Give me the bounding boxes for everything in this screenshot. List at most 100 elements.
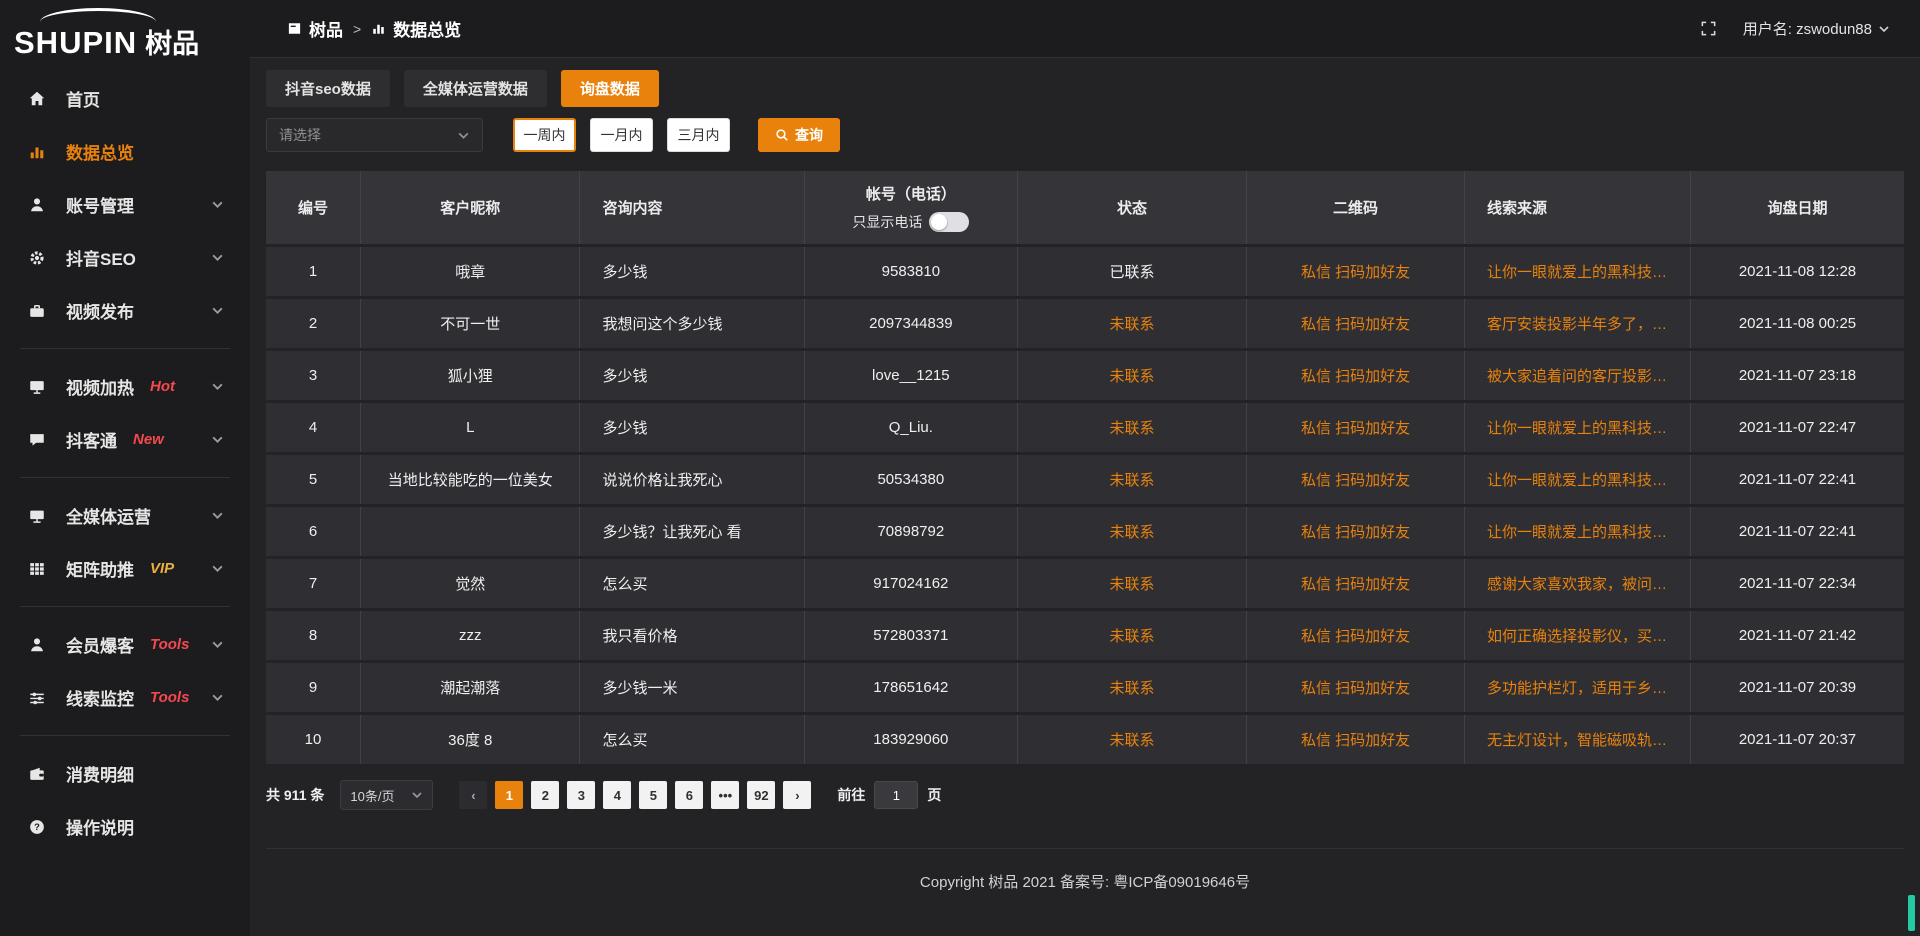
sliders-icon	[28, 689, 46, 707]
status-badge: 未联系	[1018, 715, 1247, 764]
qr-add-friend-link[interactable]: 私信 扫码加好友	[1247, 247, 1465, 296]
sidebar-item-douketong[interactable]: 抖客通 New	[0, 413, 250, 466]
breadcrumb-home[interactable]: 树品	[287, 16, 343, 41]
cell-inquiry: 我想问这个多少钱	[580, 299, 804, 348]
sidebar-item-home[interactable]: 首页	[0, 72, 250, 125]
chevron-down-icon	[211, 433, 224, 446]
tab-omnimedia-data[interactable]: 全媒体运营数据	[404, 70, 547, 107]
sidebar-item-label: 账号管理	[66, 192, 134, 217]
sidebar-item-label: 消费明细	[66, 761, 134, 786]
sidebar-item-label: 数据总览	[66, 139, 134, 164]
lead-source-link[interactable]: 让你一眼就爱上的黑科技，能...	[1465, 455, 1691, 504]
filter-select-placeholder: 请选择	[279, 125, 321, 145]
cell-inquiry-date: 2021-11-07 22:47	[1691, 403, 1904, 452]
search-button[interactable]: 查询	[758, 118, 840, 152]
status-badge: 未联系	[1018, 403, 1247, 452]
qr-add-friend-link[interactable]: 私信 扫码加好友	[1247, 663, 1465, 712]
status-badge: 未联系	[1018, 663, 1247, 712]
tab-inquiry-data[interactable]: 询盘数据	[561, 70, 659, 107]
data-tabs: 抖音seo数据 全媒体运营数据 询盘数据	[266, 70, 1904, 107]
cell-id: 6	[266, 507, 361, 556]
lead-source-link[interactable]: 被大家追着问的客厅投影分享...	[1465, 351, 1691, 400]
sidebar-item-label: 会员爆客	[66, 632, 134, 657]
tab-douyin-seo-data[interactable]: 抖音seo数据	[266, 70, 390, 107]
qr-add-friend-link[interactable]: 私信 扫码加好友	[1247, 507, 1465, 556]
status-badge: 未联系	[1018, 351, 1247, 400]
qr-add-friend-link[interactable]: 私信 扫码加好友	[1247, 611, 1465, 660]
cell-inquiry: 怎么买	[580, 559, 804, 608]
goto-prefix-label: 前往	[837, 785, 865, 805]
monitor-icon	[28, 507, 46, 525]
sidebar-item-consume-detail[interactable]: 消费明细	[0, 747, 250, 800]
col-source: 线索来源	[1465, 171, 1691, 244]
page-number-button[interactable]: 6	[675, 781, 703, 809]
sidebar-item-video-heat[interactable]: 视频加热 Hot	[0, 360, 250, 413]
search-button-label: 查询	[795, 125, 823, 145]
col-id: 编号	[266, 171, 361, 244]
page-size-label: 10条/页	[350, 786, 394, 805]
qr-add-friend-link[interactable]: 私信 扫码加好友	[1247, 559, 1465, 608]
cell-id: 5	[266, 455, 361, 504]
sidebar-item-data-overview[interactable]: 数据总览	[0, 125, 250, 178]
qr-add-friend-link[interactable]: 私信 扫码加好友	[1247, 351, 1465, 400]
fullscreen-icon[interactable]	[1700, 20, 1717, 37]
lead-source-link[interactable]: 客厅安装投影半年多了，真实...	[1465, 299, 1691, 348]
sidebar-item-lead-monitor[interactable]: 线索监控 Tools	[0, 671, 250, 724]
chevron-down-icon	[211, 638, 224, 651]
sidebar-item-member-burst[interactable]: 会员爆客 Tools	[0, 618, 250, 671]
lead-source-link[interactable]: 多功能护栏灯，适用于乡村文...	[1465, 663, 1691, 712]
cell-account: 50534380	[805, 455, 1018, 504]
cell-nickname: 潮起潮落	[361, 663, 580, 712]
sidebar-item-omnimedia[interactable]: 全媒体运营	[0, 489, 250, 542]
side-widget-bar[interactable]	[1908, 895, 1915, 931]
cell-nickname: L	[361, 403, 580, 452]
col-inquiry: 咨询内容	[580, 171, 804, 244]
sidebar-divider	[20, 477, 230, 478]
phone-only-toggle[interactable]	[929, 212, 969, 232]
lead-source-link[interactable]: 让你一眼就爱上的黑科技，能...	[1465, 247, 1691, 296]
qr-add-friend-link[interactable]: 私信 扫码加好友	[1247, 455, 1465, 504]
sidebar-item-douyin-seo[interactable]: 抖音SEO	[0, 231, 250, 284]
page-number-button[interactable]: 2	[531, 781, 559, 809]
table-row: 1哦章多少钱9583810已联系私信 扫码加好友让你一眼就爱上的黑科技，能...…	[266, 247, 1904, 296]
lead-source-link[interactable]: 让你一眼就爱上的黑科技，能...	[1465, 507, 1691, 556]
page-size-select[interactable]: 10条/页	[340, 780, 433, 810]
hot-badge: Hot	[150, 378, 175, 395]
lead-source-link[interactable]: 感谢大家喜欢我家，被问了好...	[1465, 559, 1691, 608]
sidebar-item-account-mgmt[interactable]: 账号管理	[0, 178, 250, 231]
user-menu[interactable]: 用户名: zswodun88	[1743, 18, 1890, 39]
sidebar-item-matrix-boost[interactable]: 矩阵助推 VIP	[0, 542, 250, 595]
sidebar-item-video-publish[interactable]: 视频发布	[0, 284, 250, 337]
page-ellipsis-button[interactable]: •••	[711, 781, 739, 809]
sidebar-item-label: 矩阵助推	[66, 556, 134, 581]
qr-add-friend-link[interactable]: 私信 扫码加好友	[1247, 715, 1465, 764]
page-number-button[interactable]: 4	[603, 781, 631, 809]
range-button-week[interactable]: 一周内	[513, 118, 576, 152]
sidebar-divider	[20, 735, 230, 736]
cell-id: 3	[266, 351, 361, 400]
page-number-button[interactable]: 92	[747, 781, 775, 809]
sidebar-item-help[interactable]: ? 操作说明	[0, 800, 250, 853]
cell-account: 183929060	[805, 715, 1018, 764]
col-nickname: 客户昵称	[361, 171, 580, 244]
lead-source-link[interactable]: 无主灯设计，智能磁吸轨道灯...	[1465, 715, 1691, 764]
cell-nickname: 狐小狸	[361, 351, 580, 400]
page-number-button[interactable]: 5	[639, 781, 667, 809]
goto-page-input[interactable]	[874, 781, 918, 809]
page-number-button[interactable]: 3	[567, 781, 595, 809]
qr-add-friend-link[interactable]: 私信 扫码加好友	[1247, 403, 1465, 452]
qr-add-friend-link[interactable]: 私信 扫码加好友	[1247, 299, 1465, 348]
page-number-button[interactable]: 1	[495, 781, 523, 809]
lead-source-link[interactable]: 如何正确选择投影仪，买投影...	[1465, 611, 1691, 660]
prev-page-button[interactable]: ‹	[459, 781, 487, 809]
cell-account: love__1215	[805, 351, 1018, 400]
range-button-month[interactable]: 一月内	[590, 118, 653, 152]
next-page-button[interactable]: ›	[783, 781, 811, 809]
svg-text:?: ?	[34, 822, 40, 833]
filter-select[interactable]: 请选择	[266, 118, 483, 152]
lead-source-link[interactable]: 让你一眼就爱上的黑科技，能...	[1465, 403, 1691, 452]
table-row: 4L多少钱Q_Liu.未联系私信 扫码加好友让你一眼就爱上的黑科技，能...20…	[266, 403, 1904, 452]
chevron-down-icon	[211, 198, 224, 211]
cell-id: 10	[266, 715, 361, 764]
range-button-quarter[interactable]: 三月内	[667, 118, 730, 152]
